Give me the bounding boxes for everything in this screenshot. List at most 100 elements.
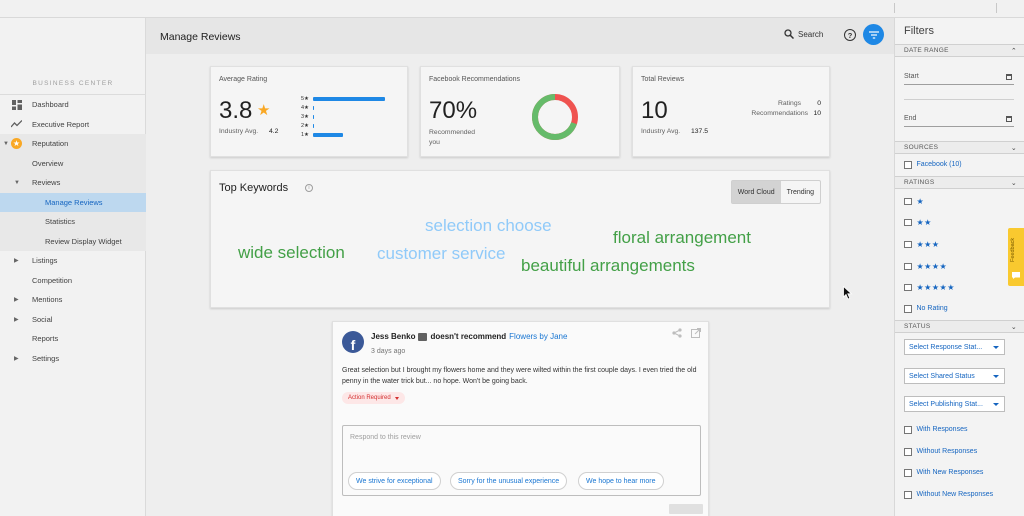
checkbox[interactable] — [904, 218, 912, 227]
tab-word-cloud[interactable]: Word Cloud — [731, 181, 781, 203]
without-new-responses-checkbox[interactable]: Without New Responses — [904, 491, 993, 499]
caret-right-icon: ▶ — [14, 258, 19, 265]
share-icon[interactable] — [672, 328, 682, 341]
checkbox[interactable] — [904, 426, 912, 434]
sidebar-item-manage-reviews[interactable]: Manage Reviews — [0, 192, 146, 212]
status-section[interactable]: STATUS ⌄ — [895, 320, 1024, 333]
review-text: Great selection but I brought my flowers… — [342, 367, 697, 385]
rating-row-label: 2★ — [301, 123, 309, 129]
checkbox[interactable] — [904, 469, 912, 477]
search-button[interactable]: Search — [784, 29, 823, 39]
sidebar-item-review-display-widget[interactable]: Review Display Widget — [0, 231, 146, 251]
rating-row-label: 5★ — [301, 96, 309, 102]
source-facebook-checkbox[interactable]: Facebook (10) — [904, 161, 962, 169]
sidebar-item-reviews[interactable]: ▼ Reviews — [0, 173, 146, 193]
main-content: Average Rating 3.8 ★ Industry Avg. 4.2 5… — [146, 54, 894, 516]
sidebar-item-mentions[interactable]: ▶ Mentions — [0, 290, 146, 310]
sidebar-item-label: Listings — [32, 256, 58, 266]
reviewer-name[interactable]: Jess Benko — [371, 332, 415, 341]
sources-section[interactable]: SOURCES ⌄ — [895, 141, 1024, 154]
sidebar-item-competition[interactable]: Competition — [0, 271, 146, 291]
shared-status-select[interactable]: Select Shared Status — [904, 368, 1005, 384]
status-badge[interactable]: Action Required — [342, 392, 405, 404]
keyword[interactable]: customer service — [377, 244, 505, 264]
rating-4-checkbox[interactable]: ★★★★ — [904, 262, 947, 271]
checkbox[interactable] — [904, 197, 912, 206]
checkbox[interactable] — [904, 283, 912, 292]
with-responses-checkbox[interactable]: With Responses — [904, 426, 967, 434]
info-icon[interactable]: i — [305, 184, 313, 192]
rating-2-checkbox[interactable]: ★★ — [904, 218, 932, 227]
feedback-icon — [1012, 272, 1020, 279]
page-title: Manage Reviews — [160, 31, 241, 43]
calendar-icon[interactable] — [1006, 74, 1012, 80]
checkbox[interactable] — [904, 305, 912, 313]
no-rating-checkbox[interactable]: No Rating — [904, 305, 948, 313]
keyword[interactable]: beautiful arrangements — [521, 256, 695, 276]
rating-row-bar — [313, 106, 314, 110]
respond-input[interactable]: Respond to this review We strive for exc… — [342, 425, 701, 496]
tab-trending[interactable]: Trending — [781, 181, 820, 203]
caret-down-icon: ▼ — [14, 179, 20, 186]
date-range-section[interactable]: DATE RANGE ⌃ — [895, 44, 1024, 57]
business-link[interactable]: Flowers by Jane — [509, 332, 567, 341]
keyword[interactable]: selection choose — [425, 216, 552, 236]
rating-distribution-row: 3★ — [301, 113, 314, 121]
chevron-up-icon: ⌄ — [1010, 324, 1017, 331]
chevron-up-icon: ⌄ — [1010, 145, 1017, 152]
feedback-tab[interactable]: Feedback — [1008, 228, 1024, 286]
without-responses-checkbox[interactable]: Without Responses — [904, 448, 977, 456]
sidebar-item-listings[interactable]: ▶ Listings — [0, 251, 146, 271]
respond-placeholder: Respond to this review — [350, 434, 421, 441]
sidebar-nav: Dashboard Executive Report ▼ ★ Reputatio… — [0, 94, 146, 368]
rating-3-checkbox[interactable]: ★★★ — [904, 240, 940, 249]
rating-row-bar — [313, 115, 314, 119]
facebook-recommendations-title: Facebook Recommendations — [429, 76, 521, 83]
total-reviews-value: 10 — [641, 97, 668, 124]
checkbox[interactable] — [904, 262, 912, 271]
sidebar-item-reports[interactable]: Reports — [0, 329, 146, 349]
sidebar-item-statistics[interactable]: Statistics — [0, 212, 146, 232]
open-external-icon[interactable] — [691, 328, 701, 341]
average-rating-card: Average Rating 3.8 ★ Industry Avg. 4.2 5… — [210, 66, 408, 157]
sidebar-item-settings[interactable]: ▶ Settings — [0, 349, 146, 369]
filters-title: Filters — [904, 25, 934, 37]
checkbox[interactable] — [904, 491, 912, 499]
sidebar-item-dashboard[interactable]: Dashboard — [0, 95, 146, 115]
average-rating-value: 3.8 — [219, 97, 253, 124]
checkbox[interactable] — [904, 240, 912, 249]
feedback-label: Feedback — [1010, 237, 1016, 262]
rating-distribution-row: 2★ — [301, 122, 314, 130]
checkbox[interactable] — [904, 448, 912, 456]
response-status-select[interactable]: Select Response Stat... — [904, 339, 1005, 355]
checkbox[interactable] — [904, 161, 912, 169]
quick-reply-chip[interactable]: We strive for exceptional — [348, 472, 441, 490]
keyword[interactable]: floral arrangement — [613, 228, 751, 248]
submit-button[interactable] — [669, 504, 703, 514]
sidebar-item-executive-report[interactable]: Executive Report — [0, 115, 146, 135]
quick-reply-chip[interactable]: We hope to hear more — [578, 472, 664, 490]
sidebar-item-overview[interactable]: Overview — [0, 153, 146, 173]
rating-5-checkbox[interactable]: ★★★★★ — [904, 283, 955, 292]
calendar-icon[interactable] — [1006, 116, 1012, 122]
rating-1-checkbox[interactable]: ★ — [904, 197, 924, 206]
sidebar-item-social[interactable]: ▶ Social — [0, 310, 146, 330]
sidebar-item-label: Executive Report — [32, 119, 90, 129]
keyword[interactable]: wide selection — [238, 243, 345, 263]
end-date-field[interactable]: End — [904, 115, 1014, 127]
rating-row-bar — [313, 124, 314, 128]
sidebar-item-reputation[interactable]: ▼ ★ Reputation — [0, 134, 146, 154]
industry-avg-value: 4.2 — [269, 128, 279, 135]
with-new-responses-checkbox[interactable]: With New Responses — [904, 469, 983, 477]
ratings-section[interactable]: RATINGS ⌄ — [895, 176, 1024, 189]
publishing-status-select[interactable]: Select Publishing Stat... — [904, 396, 1005, 412]
start-date-field[interactable]: Start — [904, 73, 1014, 85]
quick-reply-chip[interactable]: Sorry for the unusual experience — [450, 472, 568, 490]
recommended-percent: 70% — [429, 97, 478, 124]
star-icons: ★★★★★ — [916, 283, 955, 292]
help-icon[interactable]: ? — [844, 29, 856, 41]
filter-toggle-button[interactable] — [863, 24, 884, 45]
star-icons: ★★★ — [916, 240, 940, 249]
rating-row-bar — [313, 97, 386, 101]
top-bar-divider — [894, 3, 895, 13]
